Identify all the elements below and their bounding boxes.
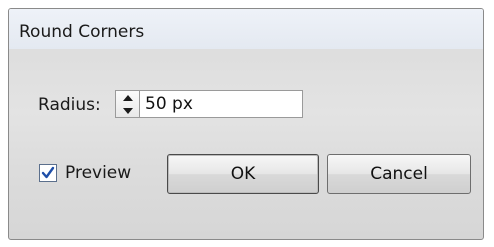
- ok-button[interactable]: OK: [167, 154, 319, 194]
- triangle-down-icon[interactable]: [116, 104, 139, 117]
- dialog-title: Round Corners: [19, 22, 145, 42]
- preview-label[interactable]: Preview: [65, 163, 131, 183]
- dialog-titlebar: Round Corners: [9, 9, 483, 49]
- preview-checkbox[interactable]: [39, 164, 57, 182]
- checkmark-icon: [41, 166, 55, 179]
- radius-label: Radius:: [38, 95, 101, 115]
- radius-input[interactable]: 50 px: [139, 90, 303, 118]
- triangle-up-icon[interactable]: [116, 91, 139, 104]
- radius-spinner[interactable]: [115, 90, 139, 118]
- cancel-button[interactable]: Cancel: [327, 154, 471, 194]
- round-corners-dialog: Round Corners Radius: 50 px Preview OK C…: [8, 8, 484, 240]
